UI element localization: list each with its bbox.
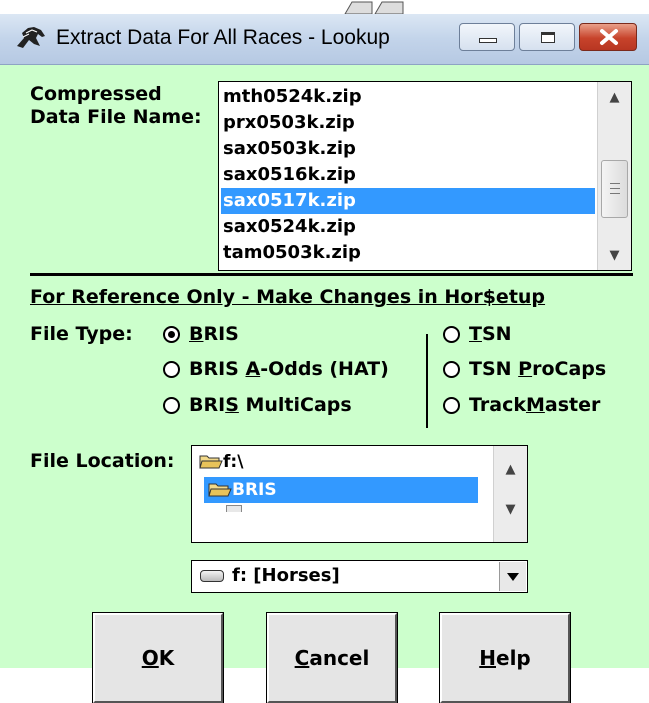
radio-button[interactable] (163, 361, 180, 378)
maximize-button[interactable] (519, 23, 575, 51)
horse-head-icon (14, 24, 48, 52)
file-list-item[interactable]: sax0516k.zip (221, 162, 356, 188)
lookup-dialog: Extract Data For All Races - Lookup Comp… (0, 14, 649, 703)
close-icon (600, 29, 618, 45)
file-list-item[interactable]: sax0503k.zip (221, 136, 356, 162)
scroll-down-icon[interactable]: ▼ (598, 240, 631, 270)
directory-listbox[interactable]: f:\ BRIS ▲ ▼ (191, 445, 528, 543)
radio-button[interactable] (163, 397, 180, 414)
file-list-item[interactable]: mth0524k.zip (221, 84, 362, 110)
radio-button[interactable] (443, 397, 460, 414)
directory-scrollbar[interactable]: ▲ ▼ (493, 446, 527, 542)
drive-dropdown-button[interactable] (499, 562, 526, 591)
file-list-item[interactable]: tam0503k.zip (221, 240, 361, 266)
maximize-icon (541, 32, 555, 43)
directory-row-root[interactable]: f:\ (195, 449, 243, 475)
section-divider (30, 273, 633, 276)
scroll-up-icon[interactable]: ▲ (494, 454, 527, 484)
ok-button[interactable]: OK (92, 612, 224, 703)
cancel-button[interactable]: Cancel (266, 612, 398, 703)
scroll-up-icon[interactable]: ▲ (598, 82, 631, 112)
file-location-label: File Location: (30, 450, 175, 472)
scroll-thumb[interactable] (601, 160, 628, 218)
file-list-item[interactable]: prx0503k.zip (221, 110, 355, 136)
open-folder-icon (199, 451, 223, 469)
radio-button[interactable] (443, 326, 460, 343)
close-button[interactable] (579, 23, 637, 51)
file-list-item[interactable]: sax0524k.zip (221, 214, 356, 240)
file-type-divider (426, 334, 428, 428)
data-file-label-line1: Compressed (30, 83, 162, 105)
file-list-scrollbar[interactable]: ▲ ▼ (597, 82, 631, 270)
chevron-down-icon (507, 572, 519, 581)
window-title: Extract Data For All Races - Lookup (56, 26, 390, 49)
data-file-listbox[interactable]: mth0524k.zip prx0503k.zip sax0503k.zip sax0… (218, 81, 632, 271)
directory-row-bris[interactable]: BRIS (204, 477, 478, 503)
data-file-label-line2: Data File Name: (30, 106, 202, 128)
partial-folder-row (226, 505, 242, 512)
minimize-button[interactable] (459, 23, 515, 51)
minimize-icon (479, 38, 497, 43)
radio-button[interactable] (163, 326, 180, 343)
title-bar[interactable]: Extract Data For All Races - Lookup (0, 14, 649, 65)
help-button[interactable]: Help (439, 612, 571, 703)
scroll-down-icon[interactable]: ▼ (494, 494, 527, 524)
drive-icon (200, 570, 224, 582)
dialog-client-area: Compressed Data File Name: mth0524k.zip p… (0, 65, 649, 703)
drive-select-value: f: [Horses] (232, 565, 340, 586)
open-folder-icon (208, 479, 232, 497)
reference-heading: For Reference Only - Make Changes in Hor… (30, 286, 546, 308)
radio-button[interactable] (443, 361, 460, 378)
drive-select[interactable]: f: [Horses] (191, 560, 528, 593)
file-list-item[interactable]: sax0517k.zip (221, 188, 595, 214)
file-type-label: File Type: (30, 323, 133, 345)
